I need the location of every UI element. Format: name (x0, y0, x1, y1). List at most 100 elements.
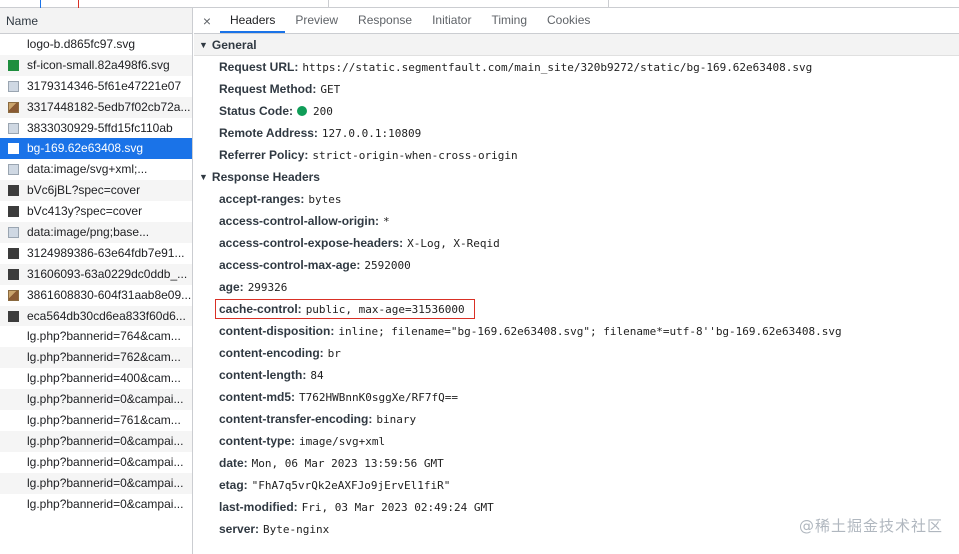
response-header-value: Mon, 06 Mar 2023 13:59:56 GMT (251, 457, 444, 470)
response-header-row: content-transfer-encoding: binary (194, 408, 959, 430)
timeline-tick (328, 0, 329, 8)
dark-image-icon (8, 268, 19, 280)
response-header-key: last-modified: (219, 500, 298, 514)
blank-icon (8, 394, 19, 405)
timeline-tick (78, 0, 79, 8)
tab-cookies[interactable]: Cookies (537, 8, 600, 33)
request-row[interactable]: lg.php?bannerid=762&cam... (0, 347, 192, 369)
timeline-tick (40, 0, 41, 8)
request-row[interactable]: lg.php?bannerid=400&cam... (0, 368, 192, 389)
request-row[interactable]: lg.php?bannerid=0&campai... (0, 494, 192, 515)
details-pane: × Headers Preview Response Initiator Tim… (194, 8, 959, 554)
request-method-value: GET (320, 83, 341, 96)
request-row[interactable]: lg.php?bannerid=761&cam... (0, 410, 192, 431)
response-header-value: bytes (308, 193, 342, 206)
request-row[interactable]: lg.php?bannerid=0&campai... (0, 472, 192, 494)
response-header-row: accept-ranges: bytes (194, 188, 959, 210)
general-section-header[interactable]: ▼ General (194, 34, 959, 56)
request-list: logo-b.d865fc97.svg sf-icon-small.82a498f… (0, 34, 192, 514)
response-header-value: 299326 (247, 281, 288, 294)
request-row[interactable]: 3179314346-5f61e47221e07 (0, 76, 192, 97)
request-row[interactable]: lg.php?bannerid=764&cam... (0, 326, 192, 347)
response-header-key: date: (219, 456, 248, 470)
response-header-row: etag: "FhA7q5vrQk2eAXFJo9jErvEl1fiR" (194, 474, 959, 496)
name-column-label: Name (6, 14, 39, 28)
request-row[interactable]: 3124989386-63e64fdb7e91... (0, 243, 192, 264)
tab-headers[interactable]: Headers (220, 8, 286, 33)
request-row[interactable]: data:image/svg+xml;... (0, 159, 192, 180)
request-name: bg-169.62e63408.svg (27, 141, 144, 156)
request-row[interactable]: bVc413y?spec=cover (0, 201, 192, 222)
tab-preview[interactable]: Preview (285, 8, 348, 33)
request-row[interactable]: lg.php?bannerid=0&campai... (0, 389, 192, 411)
request-name: lg.php?bannerid=0&campai... (27, 454, 184, 469)
request-name: 3179314346-5f61e47221e07 (27, 78, 182, 93)
remote-address-value: 127.0.0.1:10809 (321, 127, 422, 140)
status-code-label: Status Code: (219, 104, 294, 118)
details-tab-bar: × Headers Preview Response Initiator Tim… (194, 8, 959, 34)
name-column-header[interactable]: Name (0, 8, 192, 34)
image-file-icon (8, 122, 19, 134)
request-list-pane: Name logo-b.d865fc97.svg sf-icon-small.82… (0, 8, 193, 554)
response-header-value: binary (376, 413, 417, 426)
request-name: lg.php?bannerid=0&campai... (27, 433, 184, 448)
request-name: 3861608830-604f31aab8e09... (27, 287, 192, 302)
response-header-value: 84 (310, 369, 324, 382)
response-header-value: 2592000 (364, 259, 411, 272)
top-strip (0, 0, 959, 8)
request-row[interactable]: 3833030929-5ffd15fc110ab (0, 118, 192, 139)
request-row[interactable]: lg.php?bannerid=0&campai... (0, 430, 192, 452)
dark-image-icon (8, 206, 19, 218)
status-ok-dot-icon (297, 106, 308, 116)
dark-image-icon (8, 310, 19, 322)
request-row[interactable]: lg.php?bannerid=0&campai... (0, 452, 192, 473)
tab-timing[interactable]: Timing (481, 8, 537, 33)
request-name: lg.php?bannerid=761&cam... (27, 412, 181, 427)
tab-response[interactable]: Response (348, 8, 422, 33)
close-icon[interactable]: × (194, 8, 220, 33)
response-header-key: content-length: (219, 368, 307, 382)
referrer-policy-label: Referrer Policy: (219, 148, 309, 162)
request-url-row: Request URL: https://static.segmentfault.… (194, 56, 959, 78)
response-header-value: * (383, 215, 390, 228)
highlight-box (215, 299, 475, 319)
response-header-value: T762HWBnnK0sggXe/RF7fQ== (299, 391, 458, 404)
remote-address-row: Remote Address: 127.0.0.1:10809 (194, 122, 959, 144)
response-header-key: content-type: (219, 434, 295, 448)
response-header-value: "FhA7q5vrQk2eAXFJo9jErvEl1fiR" (251, 479, 451, 492)
request-row[interactable]: sf-icon-small.82a498f6.svg (0, 54, 192, 76)
tab-initiator[interactable]: Initiator (422, 8, 481, 33)
request-row[interactable]: 31606093-63a0229dc0ddb_... (0, 263, 192, 285)
request-row[interactable]: eca564db30cd6ea833f60d6... (0, 305, 192, 327)
response-header-value: inline; filename="bg-169.62e63408.svg"; … (338, 325, 842, 338)
response-header-key: server: (219, 522, 260, 536)
blank-icon (8, 436, 19, 447)
response-header-value: br (327, 347, 341, 360)
request-row[interactable]: 3861608830-604f31aab8e09... (0, 285, 192, 306)
collapse-triangle-icon: ▼ (199, 172, 208, 182)
response-header-value: Byte-nginx (263, 523, 330, 536)
request-row[interactable]: bg-169.62e63408.svg (0, 138, 192, 160)
response-header-value: Fri, 03 Mar 2023 02:49:24 GMT (301, 501, 494, 514)
status-code-value: 200 (313, 105, 333, 118)
referrer-policy-value: strict-origin-when-cross-origin (312, 149, 518, 162)
response-header-key: access-control-allow-origin: (219, 214, 380, 228)
request-row[interactable]: data:image/png;base... (0, 222, 192, 243)
response-headers-section-header[interactable]: ▼ Response Headers (194, 166, 959, 188)
dark-image-icon (8, 185, 19, 197)
remote-address-label: Remote Address: (219, 126, 318, 140)
request-row[interactable]: bVc6jBL?spec=cover (0, 180, 192, 202)
response-header-row: access-control-max-age: 2592000 (194, 254, 959, 276)
request-row[interactable]: logo-b.d865fc97.svg (0, 34, 192, 55)
request-name: lg.php?bannerid=0&campai... (27, 496, 184, 511)
request-name: logo-b.d865fc97.svg (27, 36, 136, 51)
request-row[interactable]: 3317448182-5edb7f02cb72a... (0, 96, 192, 118)
request-method-label: Request Method: (219, 82, 317, 96)
request-url-label: Request URL: (219, 60, 299, 74)
green-square-icon (8, 59, 19, 71)
collapse-triangle-icon: ▼ (199, 39, 208, 50)
photo-thumbnail-icon (8, 289, 19, 301)
response-header-row: cache-control: public, max-age=31536000 (194, 298, 959, 320)
timeline-tick (608, 0, 609, 8)
response-header-key: content-transfer-encoding: (219, 412, 373, 426)
